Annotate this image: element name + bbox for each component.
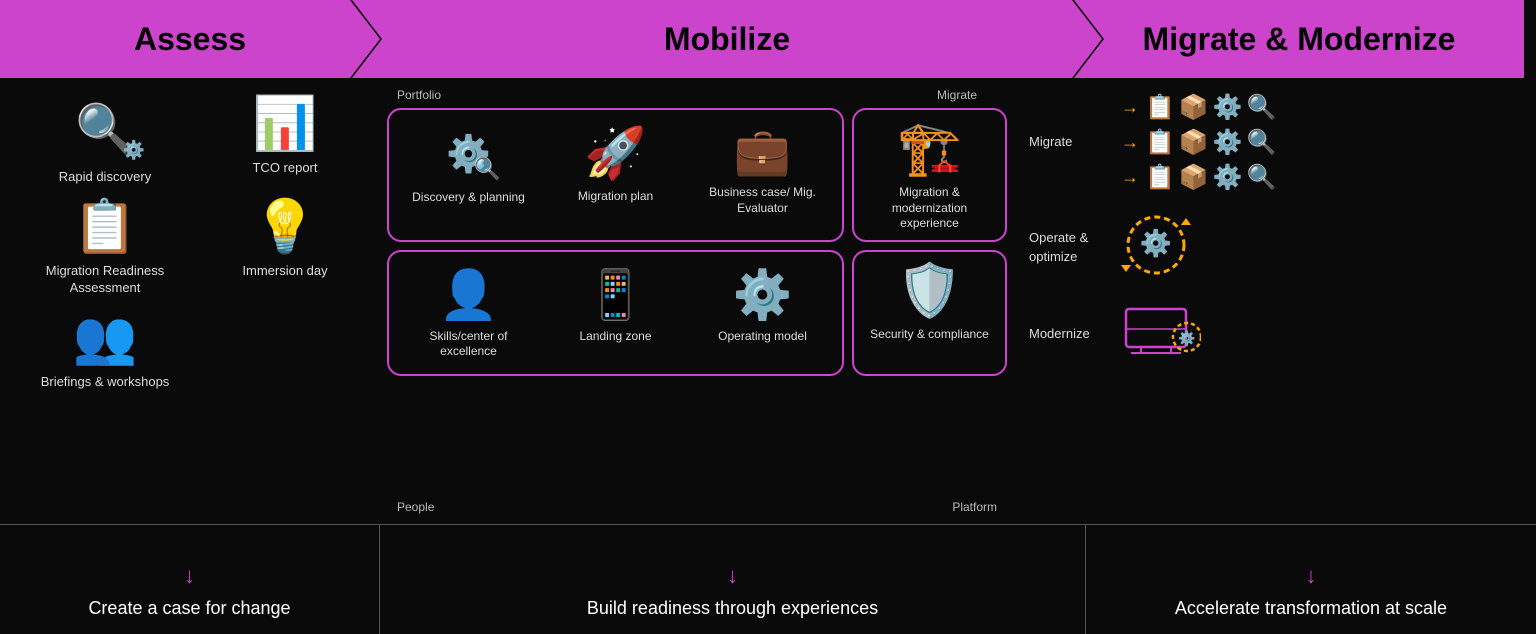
business-case-card: 💼 Business case/ Mig. Evaluator	[691, 118, 834, 232]
migrate-top-label: Migrate	[937, 88, 977, 102]
skills-coe-card: 👤 Skills/center of excellence	[397, 260, 540, 366]
operating-model-label: Operating model	[718, 329, 807, 345]
mobilize-bottom-row: 👤 Skills/center of excellence 📱 Landing …	[387, 250, 1007, 376]
gear-icon-2: ⚙️	[1213, 128, 1243, 157]
operate-icon: ⚙️	[1121, 210, 1191, 285]
briefings-label: Briefings & workshops	[41, 374, 170, 391]
skills-coe-label: Skills/center of excellence	[403, 329, 534, 360]
migrate-section: Migrate → 📋 📦 ⚙️ 🔍 → 📋 📦 ⚙️ 🔍 →	[1029, 93, 1516, 192]
briefings-item: 👥 Briefings & workshops	[20, 307, 190, 391]
bottom-mobilize: ↓ Build readiness through experiences	[380, 525, 1086, 634]
tco-report-label: TCO report	[252, 160, 317, 177]
bottom-assess-text: Create a case for change	[88, 597, 290, 620]
landing-zone-icon: 📱	[586, 266, 646, 323]
migration-readiness-icon: 📋	[73, 196, 138, 257]
phase-banner: Assess Mobilize Migrate & Modernize	[0, 0, 1536, 78]
mobilize-title: Mobilize	[664, 21, 790, 58]
search-icon-1: 🔍	[1247, 93, 1277, 122]
modernize-section: Modernize ⚙️	[1029, 299, 1516, 369]
security-compliance-card: 🛡️ Security & compliance	[862, 260, 997, 343]
arrow-icon-2: →	[1121, 132, 1139, 153]
migration-plan-label: Migration plan	[578, 189, 653, 205]
rocket-icon: 🚀	[584, 124, 646, 183]
tco-report-item: 📊 TCO report	[200, 93, 370, 186]
migration-readiness-label: Migration Readiness Assessment	[20, 263, 190, 297]
immersion-day-item: 💡 Immersion day	[200, 196, 370, 297]
bottom-arrow-migrate: ↓	[1306, 563, 1317, 589]
gear-overlay-icon: ⚙️	[123, 140, 145, 161]
main-content: 🔍 ⚙️ Rapid discovery 📊 TCO report 📋 Migr…	[0, 78, 1536, 524]
box-icon-3: 📦	[1179, 163, 1209, 192]
platform-label: Platform	[952, 500, 997, 514]
discovery-mag-icon: 🔍	[474, 156, 501, 182]
arrow-icon-3: →	[1121, 167, 1139, 188]
migrate-banner: Migrate & Modernize	[1074, 0, 1524, 78]
modernize-section-label: Modernize	[1029, 325, 1109, 343]
migrate-row-2: → 📋 📦 ⚙️ 🔍	[1121, 128, 1277, 157]
svg-text:⚙️: ⚙️	[1140, 228, 1172, 258]
people-card-group: 👤 Skills/center of excellence 📱 Landing …	[387, 250, 844, 376]
migrate-row-3: → 📋 📦 ⚙️ 🔍	[1121, 163, 1277, 192]
modernize-icon: ⚙️	[1121, 299, 1201, 369]
mig-modernization-card-group: 🏗️ Migration & modernization experience	[852, 108, 1007, 242]
gear-icon-1: ⚙️	[1213, 93, 1243, 122]
operating-model-icon: ⚙️	[733, 266, 793, 323]
mobilize-banner: Mobilize	[352, 0, 1102, 78]
migrate-column: Migrate → 📋 📦 ⚙️ 🔍 → 📋 📦 ⚙️ 🔍 →	[1019, 88, 1521, 514]
rapid-discovery-item: 🔍 ⚙️ Rapid discovery	[20, 93, 190, 186]
mobilize-top-row: ⚙️ 🔍 Discovery & planning 🚀 Migration pl…	[387, 108, 1007, 242]
business-case-label: Business case/ Mig. Evaluator	[697, 185, 828, 216]
tco-icon: 📊	[253, 93, 318, 154]
bottom-migrate-text: Accelerate transformation at scale	[1175, 597, 1447, 620]
immersion-day-icon: 💡	[253, 196, 318, 257]
bottom-assess: ↓ Create a case for change	[0, 525, 380, 634]
box-icon-1: 📦	[1179, 93, 1209, 122]
portfolio-card-group: ⚙️ 🔍 Discovery & planning 🚀 Migration pl…	[387, 108, 844, 242]
security-compliance-label: Security & compliance	[870, 327, 989, 343]
assess-column: 🔍 ⚙️ Rapid discovery 📊 TCO report 📋 Migr…	[15, 88, 375, 514]
bottom-mobilize-text: Build readiness through experiences	[587, 597, 878, 620]
bottom-arrow-assess: ↓	[184, 563, 195, 589]
people-label: People	[397, 500, 434, 514]
operate-section-label: Operate & optimize	[1029, 229, 1109, 265]
svg-text:⚙️: ⚙️	[1178, 330, 1195, 347]
discovery-planning-label: Discovery & planning	[412, 190, 525, 206]
landing-zone-label: Landing zone	[579, 329, 651, 345]
rapid-discovery-label: Rapid discovery	[59, 169, 152, 186]
list-icon-2: 📋	[1145, 128, 1175, 157]
search-icon-3: 🔍	[1247, 163, 1277, 192]
immersion-day-label: Immersion day	[242, 263, 327, 280]
security-card-group: 🛡️ Security & compliance	[852, 250, 1007, 376]
migrate-row-1: → 📋 📦 ⚙️ 🔍	[1121, 93, 1277, 122]
business-case-icon: 💼	[734, 124, 791, 179]
briefings-icon: 👥	[73, 307, 138, 368]
bottom-bar: ↓ Create a case for change ↓ Build readi…	[0, 524, 1536, 634]
migration-plan-card: 🚀 Migration plan	[544, 118, 687, 232]
mig-modernization-label: Migration & modernization experience	[862, 185, 997, 232]
mobilize-rows: ⚙️ 🔍 Discovery & planning 🚀 Migration pl…	[387, 108, 1007, 492]
landing-zone-card: 📱 Landing zone	[544, 260, 687, 366]
forklift-icon: 🏗️	[897, 118, 962, 179]
migrate-section-label: Migrate	[1029, 133, 1109, 151]
skills-icon: 👤	[439, 266, 499, 323]
search-icon-2: 🔍	[1247, 128, 1277, 157]
assess-title: Assess	[134, 21, 246, 58]
portfolio-label: Portfolio	[397, 88, 441, 102]
bottom-arrow-mobilize: ↓	[727, 563, 738, 589]
operate-section: Operate & optimize ⚙️	[1029, 210, 1516, 285]
list-icon-3: 📋	[1145, 163, 1175, 192]
box-icon-2: 📦	[1179, 128, 1209, 157]
arrow-icon-1: →	[1121, 97, 1139, 118]
migrate-title: Migrate & Modernize	[1143, 21, 1456, 58]
discovery-planning-card: ⚙️ 🔍 Discovery & planning	[397, 118, 540, 232]
shield-icon: 🛡️	[897, 260, 962, 321]
mobilize-column: Portfolio Migrate ⚙️ 🔍 Discovery & plann…	[387, 88, 1007, 514]
migration-readiness-item: 📋 Migration Readiness Assessment	[20, 196, 190, 297]
mig-modernization-card: 🏗️ Migration & modernization experience	[862, 118, 997, 232]
bottom-migrate: ↓ Accelerate transformation at scale	[1086, 525, 1536, 634]
assess-banner: Assess	[0, 0, 380, 78]
list-icon-1: 📋	[1145, 93, 1175, 122]
operating-model-card: ⚙️ Operating model	[691, 260, 834, 366]
gear-icon-3: ⚙️	[1213, 163, 1243, 192]
